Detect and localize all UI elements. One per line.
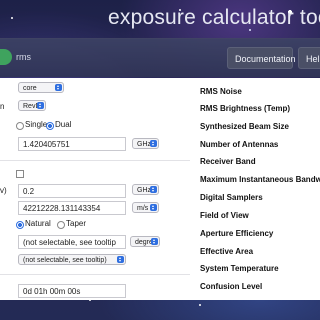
taper-option-value: (not selectable, see tooltip) [23, 257, 107, 264]
revision-label-fragment: n [0, 102, 5, 111]
configuration-select[interactable]: core [18, 82, 64, 93]
result-max-bandwidth: Maximum Instantaneous Bandwidth [200, 175, 320, 184]
section-divider [0, 274, 190, 275]
bandwidth-unit-value: GHz [137, 187, 151, 194]
top-navbar: rms Documentation Help [0, 38, 320, 77]
chevron-updown-icon [150, 140, 157, 147]
single-radio-label: Single [25, 120, 48, 129]
resolution-unit-select[interactable]: m/s [132, 202, 159, 213]
frequency-input[interactable]: 1.420405751 [18, 137, 126, 151]
chevron-updown-icon [37, 102, 44, 109]
natural-radio-label: Natural [25, 219, 51, 228]
frequency-unit-select[interactable]: GHz [132, 138, 159, 149]
app-title: exposure calculator tool [108, 6, 320, 29]
frequency-unit-value: GHz [137, 141, 151, 148]
result-system-temperature: System Temperature [200, 264, 279, 273]
chevron-updown-icon [150, 186, 157, 193]
result-num-antennas: Number of Antennas [200, 140, 279, 149]
resolution-unit-value: m/s [137, 205, 149, 212]
background-strip [0, 300, 320, 320]
taper-radio[interactable] [57, 221, 65, 229]
resolution-input[interactable]: 42212228.131143354 [18, 201, 126, 215]
result-confusion-level: Confusion Level [200, 282, 263, 291]
revision-select[interactable]: RevD [18, 100, 46, 111]
logo-icon[interactable] [0, 49, 12, 65]
single-radio[interactable] [16, 122, 24, 130]
bandwidth-unit-select[interactable]: GHz [132, 184, 159, 195]
result-rms-noise: RMS Noise [200, 87, 242, 96]
result-aperture-efficiency: Aperture Efficiency [200, 229, 274, 238]
calculator-panel: core n RevD Single Dual 1.420405751 GHz … [0, 78, 320, 300]
taper-unit-select[interactable]: degree [130, 236, 160, 247]
result-effective-area: Effective Area [200, 247, 254, 256]
result-rms-brightness: RMS Brightness (Temp) [200, 104, 291, 113]
documentation-button[interactable]: Documentation [227, 47, 296, 69]
section-divider [0, 160, 190, 161]
bandwidth-input[interactable]: 0.2 [18, 184, 126, 198]
dual-radio[interactable] [46, 122, 54, 130]
chevron-updown-icon [151, 238, 158, 245]
result-field-of-view: Field of View [200, 211, 249, 220]
chevron-updown-icon [150, 204, 157, 211]
bandwidth-label-fragment: v) [0, 186, 7, 195]
chevron-updown-icon [55, 84, 62, 91]
result-receiver-band: Receiver Band [200, 157, 256, 166]
natural-radio[interactable] [16, 221, 24, 229]
help-button[interactable]: Help [298, 47, 320, 69]
nav-rms-link[interactable]: rms [16, 52, 31, 62]
dual-radio-label: Dual [55, 120, 72, 129]
observation-time-input[interactable]: 0d 01h 00m 00s [18, 284, 126, 298]
configuration-select-value: core [23, 85, 37, 92]
result-digital-samplers: Digital Samplers [200, 193, 263, 202]
option-checkbox[interactable] [16, 170, 24, 178]
chevron-updown-icon [117, 256, 124, 263]
result-beam-size: Synthesized Beam Size [200, 122, 289, 131]
taper-radio-label: Taper [66, 219, 87, 228]
taper-option-select[interactable]: (not selectable, see tooltip) [18, 254, 126, 265]
taper-input[interactable]: (not selectable, see tooltip [18, 235, 126, 249]
